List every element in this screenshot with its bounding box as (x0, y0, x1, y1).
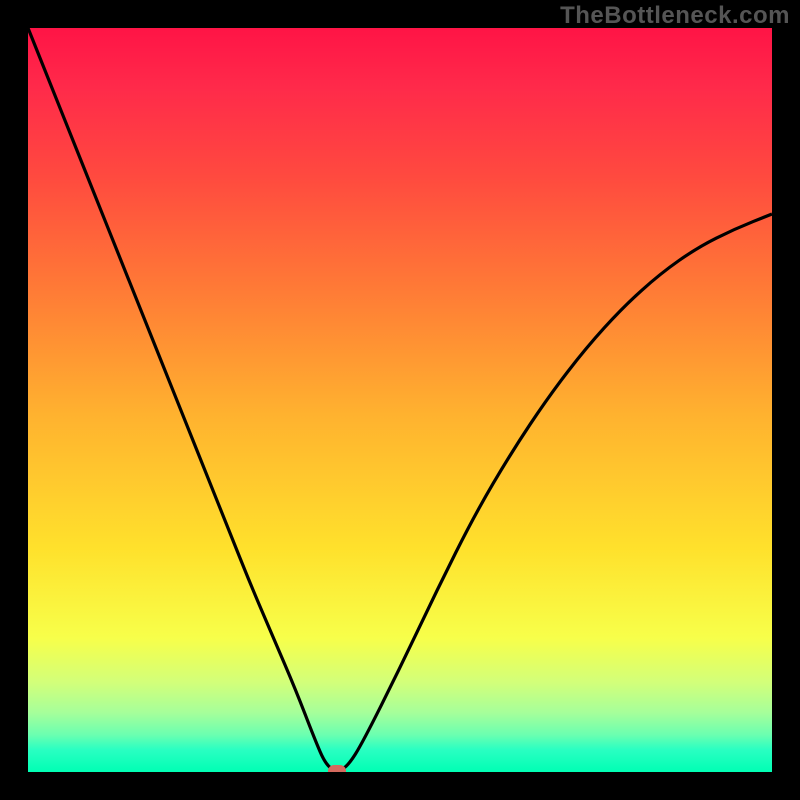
bottleneck-curve-path (28, 28, 772, 770)
watermark-text: TheBottleneck.com (560, 2, 790, 30)
bottleneck-curve-svg (28, 28, 772, 772)
plot-area (28, 28, 772, 772)
chart-frame: TheBottleneck.com (0, 0, 800, 800)
minimum-marker (328, 765, 346, 772)
